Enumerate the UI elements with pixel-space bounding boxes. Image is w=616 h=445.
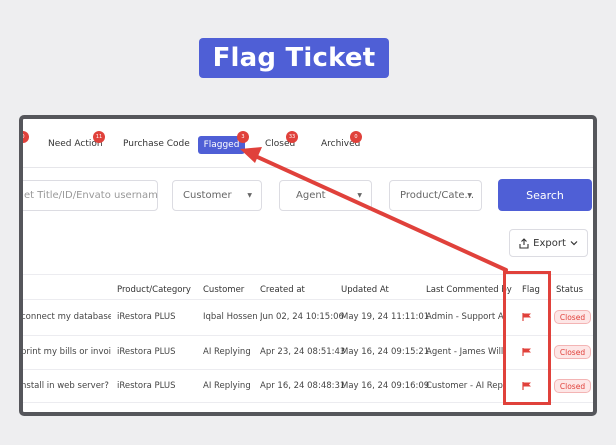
annotation-arrow	[240, 147, 508, 272]
arrow-head-icon	[240, 147, 262, 163]
